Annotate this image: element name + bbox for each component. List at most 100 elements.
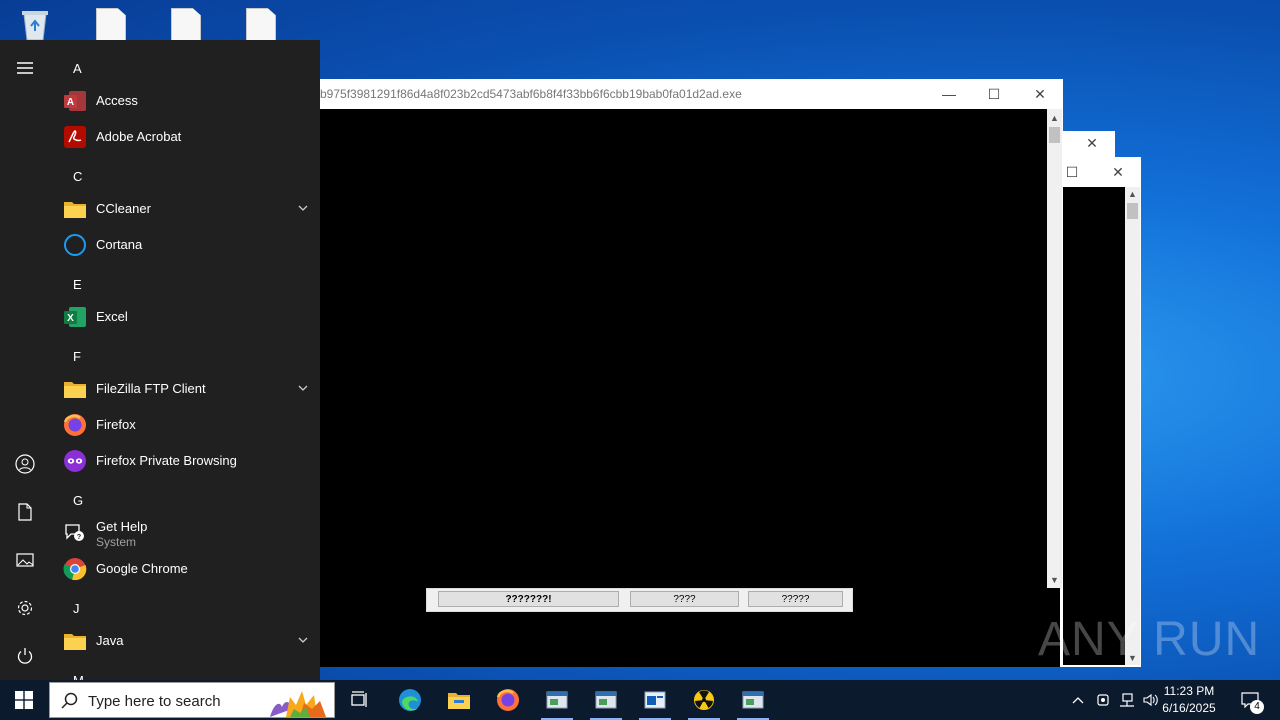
- scroll-up-icon[interactable]: ▲: [1047, 111, 1062, 125]
- file-icon[interactable]: [168, 8, 204, 42]
- tray-device-icon[interactable]: [1091, 680, 1115, 720]
- clock-date: 6/16/2025: [1162, 701, 1216, 715]
- file-icon[interactable]: [243, 8, 279, 42]
- chrome-icon: [62, 557, 88, 581]
- file-explorer-icon: [448, 693, 470, 709]
- app-filezilla[interactable]: FileZilla FTP Client: [62, 371, 310, 407]
- scroll-down-icon[interactable]: ▼: [1047, 573, 1062, 587]
- folder-icon: [62, 377, 88, 401]
- group-letter-a[interactable]: A: [73, 61, 82, 76]
- dialog-button-tertiary[interactable]: ?????: [748, 591, 843, 607]
- start-button[interactable]: [0, 680, 48, 720]
- app-label: Java: [96, 633, 124, 648]
- edge-icon: [399, 689, 421, 711]
- taskbar-app-window[interactable]: [582, 680, 630, 720]
- file-icon[interactable]: [93, 8, 129, 42]
- background-window[interactable]: ✕: [1060, 131, 1115, 157]
- console-output: [1063, 187, 1125, 665]
- app-label: CCleaner: [96, 201, 151, 216]
- minimize-button[interactable]: —: [926, 79, 972, 109]
- app-access[interactable]: A Access: [62, 83, 310, 119]
- svg-text:X: X: [67, 313, 74, 324]
- outlook-icon: [644, 691, 666, 709]
- task-view-button[interactable]: [336, 680, 384, 720]
- scroll-thumb[interactable]: [1127, 203, 1138, 219]
- recycle-bin-icon[interactable]: [18, 8, 54, 42]
- firefox-icon: [496, 689, 519, 711]
- taskbar-app-window[interactable]: [729, 680, 777, 720]
- scrollbar[interactable]: ▲ ▼: [1125, 187, 1140, 665]
- access-icon: A: [62, 89, 88, 113]
- app-window-icon: [595, 691, 617, 709]
- taskbar-outlook[interactable]: [631, 680, 679, 720]
- maximize-button[interactable]: ☐: [971, 79, 1017, 109]
- console-window[interactable]: b975f3981291f86d4a8f023b2cd5473abf6b8f4f…: [320, 79, 1063, 590]
- group-letter-e[interactable]: E: [73, 277, 82, 292]
- scroll-thumb[interactable]: [1049, 127, 1060, 143]
- app-label: Adobe Acrobat: [96, 129, 182, 144]
- svg-text:?: ?: [77, 534, 81, 541]
- app-java[interactable]: Java: [62, 623, 310, 659]
- app-cortana[interactable]: Cortana: [62, 227, 310, 263]
- power-icon[interactable]: [13, 644, 37, 668]
- window-title: b975f3981291f86d4a8f023b2cd5473abf6b8f4f…: [320, 87, 742, 101]
- group-letter-f[interactable]: F: [73, 349, 81, 364]
- windows-logo-icon: [15, 691, 33, 709]
- notifications-button[interactable]: 4: [1232, 680, 1268, 720]
- chevron-down-icon[interactable]: [296, 633, 310, 647]
- taskbar-app-window[interactable]: [533, 680, 581, 720]
- close-button[interactable]: ✕: [1017, 79, 1063, 109]
- app-get-help[interactable]: ? Get Help System: [62, 515, 310, 551]
- scroll-up-icon[interactable]: ▲: [1125, 187, 1140, 201]
- excel-icon: X: [62, 305, 88, 329]
- app-firefox[interactable]: Firefox: [62, 407, 310, 443]
- app-adobe-acrobat[interactable]: Adobe Acrobat: [62, 119, 310, 155]
- close-button[interactable]: ✕: [1070, 129, 1114, 157]
- chevron-up-icon: [1072, 697, 1084, 704]
- dialog-button-primary[interactable]: ???????!: [438, 591, 619, 607]
- group-letter-m[interactable]: M: [73, 673, 84, 680]
- app-firefox-private[interactable]: Firefox Private Browsing: [62, 443, 310, 479]
- app-excel[interactable]: X Excel: [62, 299, 310, 335]
- app-label: Access: [96, 93, 138, 108]
- app-ccleaner[interactable]: CCleaner: [62, 191, 310, 227]
- close-button[interactable]: ✕: [1096, 157, 1140, 187]
- documents-icon[interactable]: [13, 500, 37, 524]
- chevron-down-icon[interactable]: [296, 201, 310, 215]
- group-letter-j[interactable]: J: [73, 601, 80, 616]
- hamburger-icon[interactable]: [13, 56, 37, 80]
- maximize-button[interactable]: ☐: [1060, 157, 1084, 187]
- cortana-icon: [62, 233, 88, 257]
- taskbar-firefox[interactable]: [484, 680, 532, 720]
- app-label: Get Help: [96, 519, 148, 534]
- group-letter-c[interactable]: C: [73, 169, 82, 184]
- taskbar-radiation-app[interactable]: [680, 680, 728, 720]
- settings-icon[interactable]: [13, 596, 37, 620]
- pictures-icon[interactable]: [13, 548, 37, 572]
- group-letter-g[interactable]: G: [73, 493, 83, 508]
- console-output: [320, 109, 1047, 589]
- background-console-window[interactable]: ☐ ✕ ▲ ▼: [1060, 157, 1141, 667]
- search-box[interactable]: [49, 682, 335, 718]
- clock[interactable]: 11:23 PM 6/16/2025: [1154, 683, 1224, 717]
- dialog-button-bar: ???????! ???? ?????: [426, 588, 853, 612]
- show-hidden-icons-button[interactable]: [1066, 680, 1090, 720]
- title-bar[interactable]: b975f3981291f86d4a8f023b2cd5473abf6b8f4f…: [320, 79, 1063, 109]
- search-highlight-illustration-icon: [270, 691, 326, 717]
- acrobat-icon: [62, 125, 88, 149]
- taskbar-edge[interactable]: [386, 680, 434, 720]
- app-google-chrome[interactable]: Google Chrome: [62, 551, 310, 587]
- tray-network-icon[interactable]: [1115, 680, 1139, 720]
- search-input[interactable]: [88, 690, 268, 712]
- app-label: FileZilla FTP Client: [96, 381, 206, 396]
- dialog-button-secondary[interactable]: ????: [630, 591, 739, 607]
- chevron-down-icon[interactable]: [296, 381, 310, 395]
- taskbar-file-explorer[interactable]: [435, 680, 483, 720]
- notification-badge: 4: [1250, 700, 1264, 714]
- scrollbar[interactable]: ▲ ▼: [1047, 109, 1062, 589]
- user-icon[interactable]: [13, 452, 37, 476]
- search-icon: [61, 692, 78, 709]
- get-help-icon: ?: [62, 521, 88, 545]
- folder-icon: [62, 197, 88, 221]
- firefox-private-icon: [62, 449, 88, 473]
